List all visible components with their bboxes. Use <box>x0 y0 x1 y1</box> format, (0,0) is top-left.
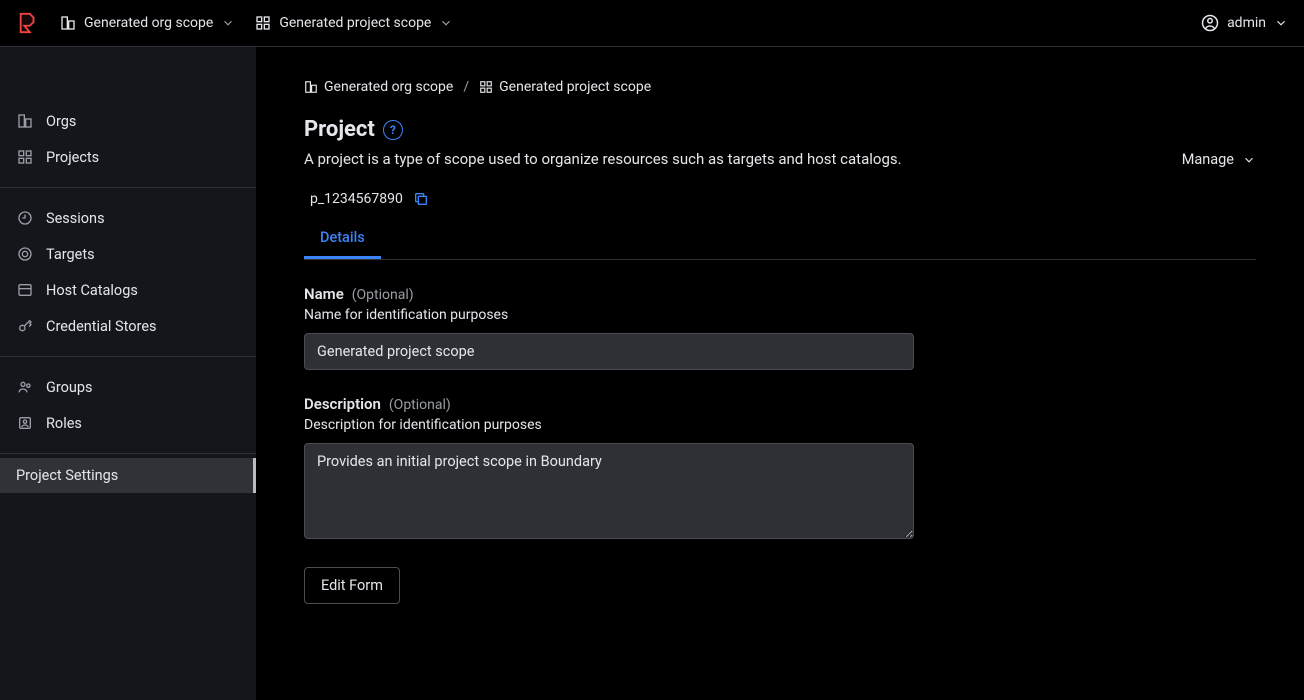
breadcrumb-org[interactable]: Generated org scope <box>304 79 453 95</box>
sidebar-item-label: Targets <box>46 246 95 263</box>
sidebar-item-label: Groups <box>46 379 93 396</box>
sidebar-item-label: Host Catalogs <box>46 282 138 299</box>
sidebar-item-projects[interactable]: Projects <box>0 139 256 175</box>
chevron-down-icon <box>439 16 453 30</box>
description-optional: (Optional) <box>389 397 451 413</box>
sidebar-item-label: Projects <box>46 149 99 166</box>
edit-form-button[interactable]: Edit Form <box>304 567 400 604</box>
name-optional: (Optional) <box>352 287 414 303</box>
host-catalogs-icon <box>16 281 34 299</box>
sidebar-item-orgs[interactable]: Orgs <box>0 103 256 139</box>
org-scope-selector[interactable]: Generated org scope <box>60 15 235 31</box>
groups-icon <box>16 378 34 396</box>
sidebar-item-label: Sessions <box>46 210 105 227</box>
targets-icon <box>16 245 34 263</box>
sidebar-item-sessions[interactable]: Sessions <box>0 200 256 236</box>
description-help: Description for identification purposes <box>304 417 914 433</box>
description-label: Description <box>304 395 381 413</box>
breadcrumb-org-label: Generated org scope <box>324 79 453 95</box>
sidebar-item-label: Orgs <box>46 113 76 130</box>
sidebar-divider <box>0 453 256 454</box>
sidebar: Orgs Projects Sessions Targets Host Cata… <box>0 47 256 700</box>
org-scope-label: Generated org scope <box>84 15 213 31</box>
project-scope-selector[interactable]: Generated project scope <box>255 15 453 31</box>
field-name: Name (Optional) Name for identification … <box>304 284 914 370</box>
page-subtitle: A project is a type of scope used to org… <box>304 148 902 171</box>
sessions-icon <box>16 209 34 227</box>
boundary-logo <box>16 11 40 35</box>
resource-id-row: p_1234567890 <box>310 191 1256 207</box>
name-label: Name <box>304 285 344 303</box>
sidebar-item-label: Roles <box>46 415 82 432</box>
breadcrumb: Generated org scope / Generated project … <box>304 79 1256 95</box>
sidebar-item-targets[interactable]: Targets <box>0 236 256 272</box>
org-icon <box>60 15 76 31</box>
field-description: Description (Optional) Description for i… <box>304 394 914 543</box>
roles-icon <box>16 414 34 432</box>
name-input[interactable] <box>304 333 914 370</box>
topbar: Generated org scope Generated project sc… <box>0 0 1304 47</box>
chevron-down-icon <box>1274 16 1288 30</box>
org-icon <box>16 112 34 130</box>
chevron-down-icon <box>1242 153 1256 167</box>
help-icon[interactable]: ? <box>383 120 403 140</box>
copy-icon[interactable] <box>413 191 429 207</box>
tabs: Details <box>304 219 1256 260</box>
project-scope-label: Generated project scope <box>279 15 431 31</box>
org-icon <box>304 80 318 94</box>
user-label: admin <box>1227 15 1266 31</box>
main-content: Generated org scope / Generated project … <box>256 47 1304 700</box>
project-icon <box>479 80 493 94</box>
key-icon <box>16 317 34 335</box>
page-title: Project ? <box>304 117 902 142</box>
breadcrumb-project[interactable]: Generated project scope <box>479 79 651 95</box>
sidebar-item-roles[interactable]: Roles <box>0 405 256 441</box>
resource-id: p_1234567890 <box>310 191 403 207</box>
description-input[interactable] <box>304 443 914 539</box>
user-menu[interactable]: admin <box>1201 14 1288 32</box>
name-help: Name for identification purposes <box>304 307 914 323</box>
manage-label: Manage <box>1182 151 1234 168</box>
user-icon <box>1201 14 1219 32</box>
sidebar-item-credential-stores[interactable]: Credential Stores <box>0 308 256 344</box>
sidebar-item-groups[interactable]: Groups <box>0 369 256 405</box>
sidebar-item-host-catalogs[interactable]: Host Catalogs <box>0 272 256 308</box>
sidebar-divider <box>0 187 256 188</box>
sidebar-item-label: Credential Stores <box>46 318 157 335</box>
breadcrumb-separator: / <box>463 79 469 95</box>
breadcrumb-project-label: Generated project scope <box>499 79 651 95</box>
project-icon <box>255 15 271 31</box>
sidebar-divider <box>0 356 256 357</box>
sidebar-item-label: Project Settings <box>16 467 118 484</box>
tab-details[interactable]: Details <box>304 219 381 259</box>
chevron-down-icon <box>221 16 235 30</box>
project-icon <box>16 148 34 166</box>
manage-dropdown[interactable]: Manage <box>1182 151 1256 168</box>
sidebar-item-project-settings[interactable]: Project Settings <box>0 458 256 493</box>
